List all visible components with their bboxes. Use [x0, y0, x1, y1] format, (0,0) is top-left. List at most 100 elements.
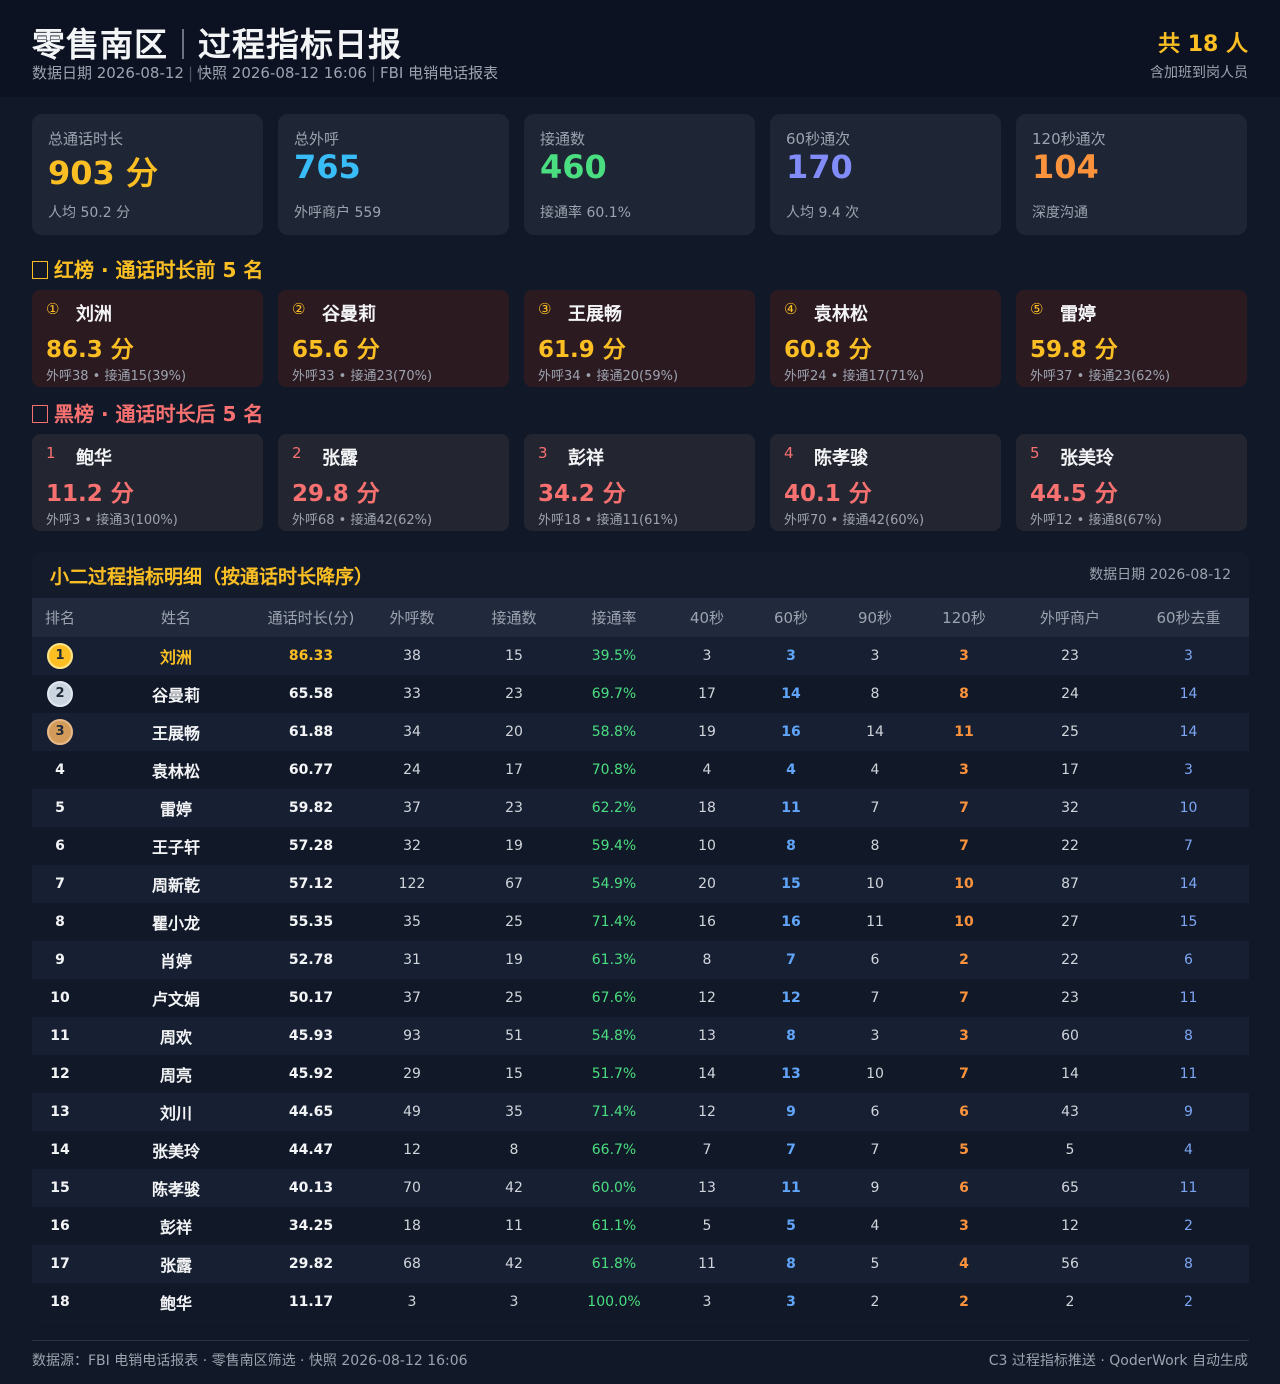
- merchant-cell: 14: [1061, 1066, 1079, 1082]
- medal-icon: 2: [47, 681, 73, 707]
- connect-rate-cell: 39.5%: [591, 648, 637, 664]
- sec60-cell: 7: [786, 1142, 796, 1158]
- connect-rate-cell: 100.0%: [587, 1294, 641, 1310]
- merchant-cell: 24: [1061, 686, 1079, 702]
- duration-cell: 57.28: [288, 838, 334, 854]
- sec60-dedup-cell: 8: [1184, 1256, 1193, 1272]
- sec60-cell: 11: [781, 1180, 801, 1196]
- sec90-cell: 2: [870, 1294, 880, 1310]
- sec60-cell: 8: [786, 838, 796, 854]
- red-board-card: ② 谷曼莉 65.6 分外呼33 • 接通23(70%): [278, 290, 509, 387]
- detail-table-panel: 小二过程指标明细（按通话时长降序） 数据日期 2026-08-12 排名 姓名 通话…: [32, 552, 1249, 1322]
- rank-badge: ③: [538, 300, 552, 318]
- kpi-card: 120秒通次 104 深度沟通: [1016, 114, 1247, 235]
- kpi-card: 总通话时长 903 分人均 50.2 分: [32, 114, 263, 235]
- sec40-cell: 20: [698, 876, 716, 892]
- sec40-cell: 3: [702, 1294, 712, 1310]
- connected-cell: 11: [505, 1218, 523, 1234]
- sec60-dedup-cell: 14: [1179, 876, 1198, 892]
- person-name: 彭祥: [568, 448, 604, 469]
- name-cell: 王展畅: [151, 724, 200, 743]
- sec60-dedup-cell: 4: [1184, 1142, 1193, 1158]
- title-divider: [182, 29, 184, 59]
- sec60-cell: 3: [786, 648, 796, 664]
- connect-rate-cell: 58.8%: [591, 724, 637, 740]
- name-cell: 刘川: [159, 1104, 192, 1123]
- table-row: 1 刘洲 86.33 38 15 39.5% 3 3 3 3 23 3: [32, 637, 1249, 675]
- table-row: 12 周亮 45.92 29 15 51.7% 14 13 10 7 14 11: [32, 1055, 1249, 1093]
- table-row: 14 张美玲 44.47 12 8 66.7% 7 7 7 5 5 4: [32, 1131, 1249, 1169]
- black-board-card: 3 彭祥 34.2 分外呼18 • 接通11(61%): [524, 434, 755, 531]
- column-header: 60秒: [773, 609, 809, 627]
- sec120-cell: 7: [959, 990, 969, 1006]
- merchant-cell: 22: [1061, 952, 1079, 968]
- black-board-card: 1 鲍华 11.2 分外呼3 • 接通3(100%): [32, 434, 263, 531]
- rank-badge: 1: [46, 444, 56, 462]
- rank-cell: 3: [32, 713, 88, 751]
- connect-rate-cell: 59.4%: [591, 838, 637, 854]
- connected-cell: 25: [505, 914, 523, 930]
- black-board-title-text: 黑榜 · 通话时长后 5 名: [54, 402, 264, 426]
- outbound-cell: 38: [403, 648, 421, 664]
- merchant-cell: 23: [1061, 648, 1079, 664]
- sec40-cell: 7: [702, 1142, 712, 1158]
- sec40-cell: 17: [698, 686, 716, 702]
- connected-cell: 25: [505, 990, 523, 1006]
- duration-cell: 45.92: [288, 1066, 334, 1082]
- sec120-cell: 10: [954, 876, 974, 892]
- kpi-subtext: 外呼商户 559: [294, 205, 382, 221]
- call-stats: 外呼68 • 接通42(62%): [292, 513, 433, 528]
- trophy-icon: [32, 261, 48, 279]
- sec120-cell: 3: [959, 1028, 969, 1044]
- sec60-dedup-cell: 2: [1184, 1218, 1193, 1234]
- connect-rate-cell: 62.2%: [591, 800, 637, 816]
- outbound-cell: 12: [403, 1142, 421, 1158]
- outbound-cell: 49: [403, 1104, 421, 1120]
- kpi-card: 接通数 460 接通率 60.1%: [524, 114, 755, 235]
- talk-duration: 60.8 分: [784, 337, 872, 363]
- name-cell: 彭祥: [159, 1218, 192, 1237]
- connect-rate-cell: 60.0%: [591, 1180, 637, 1196]
- call-stats: 外呼33 • 接通23(70%): [292, 369, 433, 384]
- column-header: 40秒: [689, 609, 725, 627]
- name-cell: 陈孝骏: [151, 1180, 200, 1199]
- outbound-cell: 34: [403, 724, 421, 740]
- talk-duration: 86.3 分: [46, 337, 134, 363]
- report-title: 过程指标日报: [198, 25, 402, 64]
- duration-cell: 86.33: [288, 648, 334, 664]
- sec90-cell: 14: [866, 724, 884, 740]
- sec40-cell: 5: [702, 1218, 712, 1234]
- footer-divider: [32, 1340, 1249, 1341]
- table-row: 10 卢文娟 50.17 37 25 67.6% 12 12 7 7 23 11: [32, 979, 1249, 1017]
- connected-cell: 23: [505, 800, 523, 816]
- sec120-cell: 5: [959, 1142, 969, 1158]
- merchant-cell: 56: [1061, 1256, 1079, 1272]
- sec60-cell: 16: [781, 914, 801, 930]
- red-board-title-text: 红榜 · 通话时长前 5 名: [54, 258, 264, 282]
- sec40-cell: 16: [698, 914, 716, 930]
- duration-cell: 40.13: [288, 1180, 334, 1196]
- kpi-value: 765: [294, 148, 361, 186]
- duration-cell: 44.65: [288, 1104, 334, 1120]
- header-subtitle: 数据日期 2026-08-12 | 快照 2026-08-12 16:06 | FBI …: [32, 62, 498, 83]
- sec40-cell: 12: [698, 1104, 716, 1120]
- talk-duration: 34.2 分: [538, 481, 626, 507]
- rank-badge: 4: [784, 444, 794, 462]
- connect-rate-cell: 54.8%: [591, 1028, 637, 1044]
- kpi-label: 接通数: [540, 130, 586, 148]
- duration-cell: 52.78: [288, 952, 334, 968]
- outbound-cell: 33: [403, 686, 421, 702]
- kpi-value: 104: [1032, 148, 1099, 186]
- connected-cell: 67: [505, 876, 523, 892]
- rank-cell: 18: [50, 1294, 70, 1310]
- connected-cell: 51: [505, 1028, 523, 1044]
- connected-cell: 19: [505, 952, 523, 968]
- table-row: 17 张露 29.82 68 42 61.8% 11 8 5 4 56 8: [32, 1245, 1249, 1283]
- duration-cell: 57.12: [288, 876, 334, 892]
- connected-cell: 8: [509, 1142, 519, 1158]
- red-board-card: ④ 袁林松 60.8 分外呼24 • 接通17(71%): [770, 290, 1001, 387]
- outbound-cell: 24: [403, 762, 421, 778]
- table-row: 8 瞿小龙 55.35 35 25 71.4% 16 16 11 10 27 15: [32, 903, 1249, 941]
- merchant-cell: 5: [1065, 1142, 1075, 1158]
- sec60-dedup-cell: 11: [1179, 990, 1198, 1006]
